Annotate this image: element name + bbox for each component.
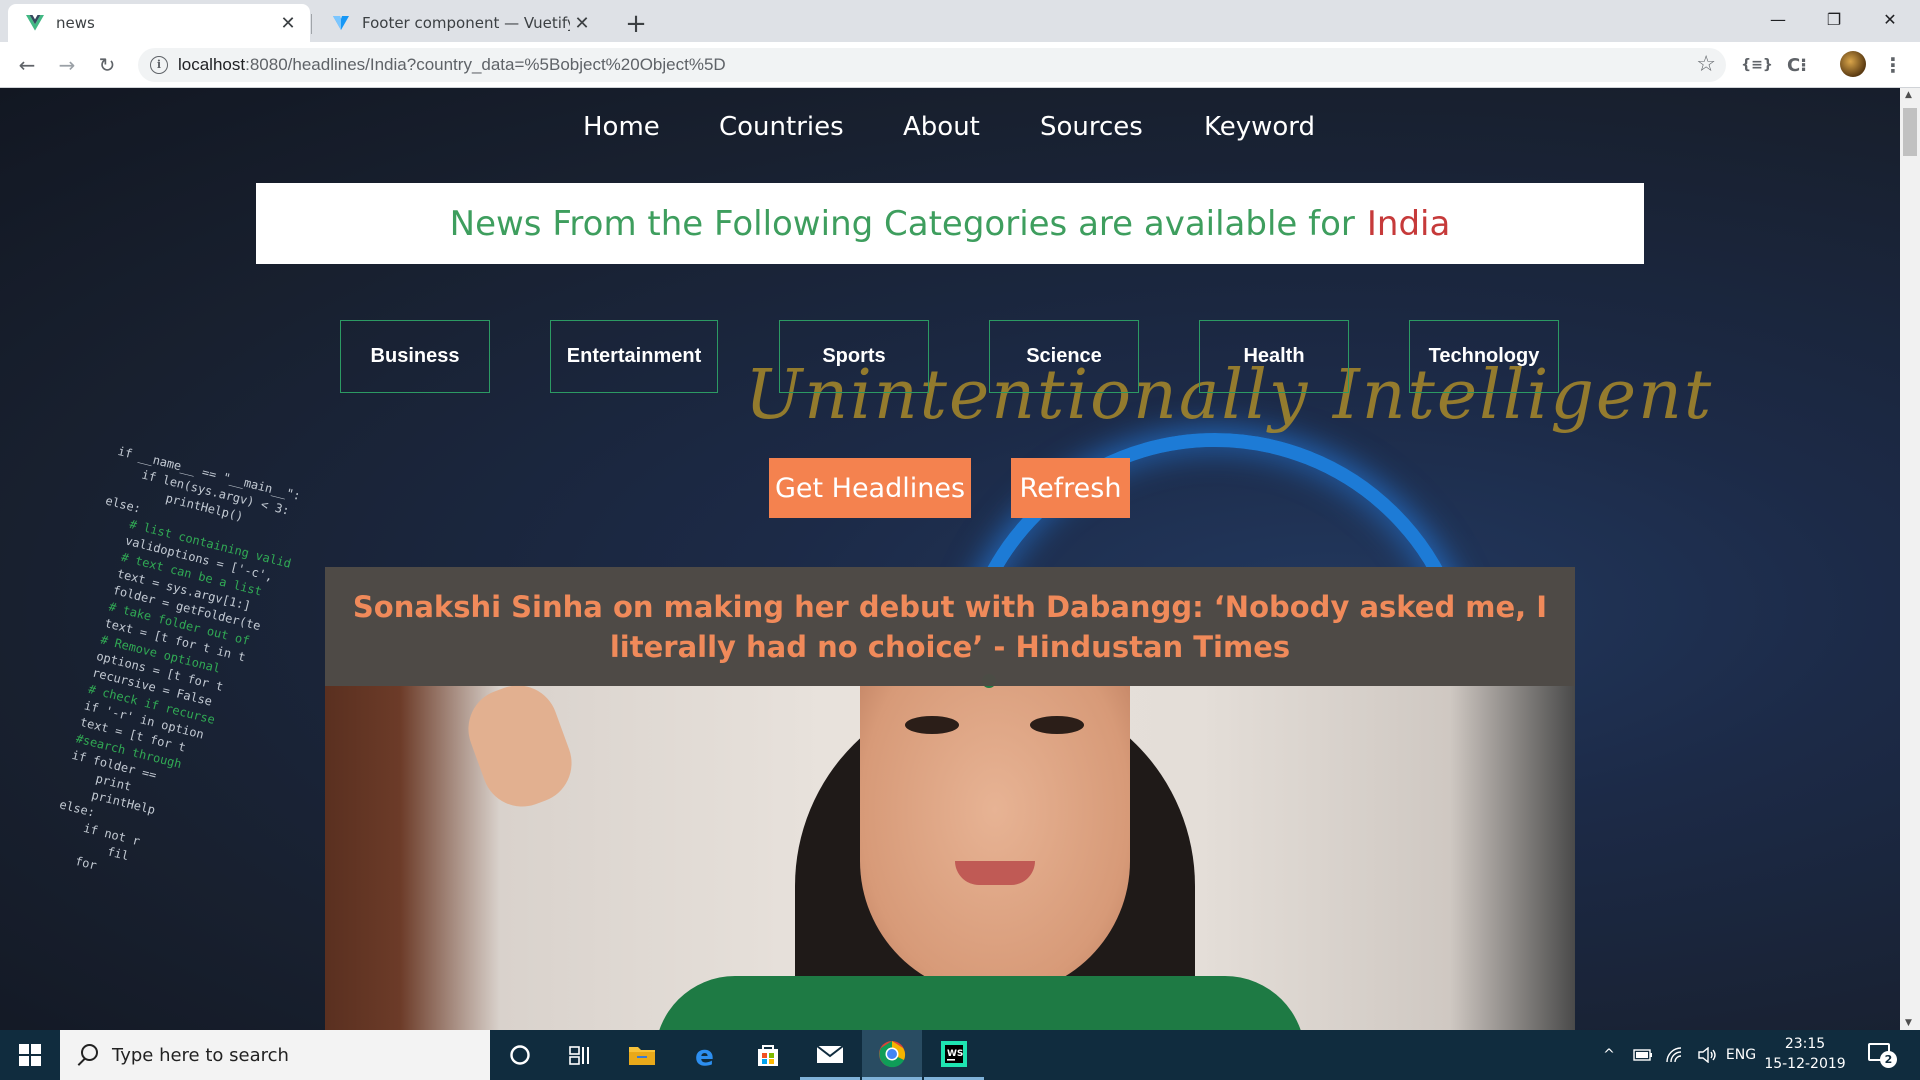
browser-toolbar: ← → ↻ i localhost:8080/headlines/India?c…: [0, 42, 1920, 88]
categories-banner: News From the Following Categories are a…: [256, 183, 1644, 264]
extension-c-icon[interactable]: C⁝: [1784, 52, 1810, 78]
get-headlines-button[interactable]: Get Headlines: [769, 458, 971, 518]
info-icon[interactable]: i: [150, 56, 168, 74]
svg-text:e: e: [695, 1042, 714, 1068]
notification-count-badge: 2: [1880, 1051, 1897, 1068]
banner-country: India: [1366, 203, 1451, 244]
photo-saree: [655, 976, 1305, 1030]
tab-vuetify-footer[interactable]: Footer component — Vuetify.js ✕: [314, 4, 604, 42]
minimize-button[interactable]: —: [1750, 0, 1806, 38]
photo-eye: [1030, 716, 1084, 734]
photo-hand: [457, 674, 583, 818]
tab-news[interactable]: news ✕: [8, 4, 310, 42]
scroll-down-icon[interactable]: ▼: [1905, 1018, 1912, 1028]
url-text[interactable]: localhost:8080/headlines/India?country_d…: [178, 55, 726, 75]
edge-browser-icon[interactable]: e: [676, 1030, 736, 1080]
close-window-button[interactable]: ✕: [1862, 0, 1918, 38]
back-button[interactable]: ←: [12, 50, 42, 80]
category-entertainment-button[interactable]: Entertainment: [550, 320, 718, 393]
nav-about[interactable]: About: [903, 112, 980, 142]
headline-title[interactable]: Sonakshi Sinha on making her debut with …: [343, 587, 1557, 667]
banner-text: News From the Following Categories are a…: [449, 203, 1355, 244]
tab-separator: [311, 14, 312, 34]
vue-logo-icon: [26, 14, 44, 32]
url-path: :8080/headlines/India?country_data=%5Bob…: [245, 55, 726, 74]
headline-bar: Sonakshi Sinha on making her debut with …: [325, 567, 1575, 686]
nav-home[interactable]: Home: [583, 112, 660, 142]
task-view-icon[interactable]: [550, 1030, 610, 1080]
scroll-up-icon[interactable]: ▲: [1905, 90, 1912, 100]
browser-menu-icon[interactable]: ⋮: [1880, 52, 1906, 78]
new-tab-button[interactable]: +: [620, 8, 652, 40]
tray-overflow-chevron-icon[interactable]: ^: [1596, 1030, 1622, 1080]
language-indicator[interactable]: ENG: [1724, 1030, 1758, 1080]
windows-logo-icon: [19, 1044, 41, 1066]
tab-title: Footer component — Vuetify.js: [362, 14, 570, 32]
nav-sources[interactable]: Sources: [1040, 112, 1143, 142]
svg-text:WS: WS: [947, 1049, 963, 1059]
extension-json-icon[interactable]: {≡}: [1741, 52, 1773, 78]
photo-lips: [955, 861, 1035, 885]
wifi-icon[interactable]: [1660, 1030, 1690, 1080]
browser-tab-bar: news ✕ Footer component — Vuetify.js ✕ +…: [0, 0, 1920, 42]
cortana-icon[interactable]: [490, 1030, 550, 1080]
photo-face: [860, 686, 1130, 996]
photo-eye: [905, 716, 959, 734]
scrollbar-thumb[interactable]: [1903, 108, 1917, 156]
tab-close-icon[interactable]: ✕: [276, 11, 300, 35]
start-button[interactable]: [0, 1030, 60, 1080]
search-icon: [76, 1044, 98, 1066]
file-explorer-icon[interactable]: [612, 1030, 672, 1080]
chrome-icon[interactable]: [862, 1030, 922, 1080]
battery-icon[interactable]: [1628, 1030, 1658, 1080]
webstorm-icon[interactable]: WS: [924, 1030, 984, 1080]
headline-card[interactable]: Sonakshi Sinha on making her debut with …: [325, 567, 1575, 1030]
volume-icon[interactable]: [1692, 1030, 1722, 1080]
store-icon[interactable]: [738, 1030, 798, 1080]
category-science-button[interactable]: Science: [989, 320, 1139, 393]
article-photo: [325, 674, 1575, 1030]
maximize-button[interactable]: ❐: [1806, 0, 1862, 38]
tab-close-icon[interactable]: ✕: [570, 11, 594, 35]
tab-title: news: [56, 14, 95, 32]
main-nav: Home Countries About Sources Keyword: [0, 88, 1900, 168]
bookmark-star-icon[interactable]: ☆: [1696, 52, 1716, 77]
page-scrollbar[interactable]: ▲ ▼: [1900, 88, 1920, 1030]
notification-center-icon[interactable]: 2: [1868, 1041, 1897, 1068]
windows-taskbar: Type here to search e WS ^ ENG 23:15 15-…: [0, 1030, 1920, 1080]
url-host: localhost: [178, 55, 246, 74]
profile-avatar[interactable]: [1840, 51, 1866, 77]
category-health-button[interactable]: Health: [1199, 320, 1349, 393]
category-sports-button[interactable]: Sports: [779, 320, 929, 393]
arrow-left-icon: ←: [18, 53, 36, 77]
mail-icon[interactable]: [800, 1030, 860, 1080]
arrow-right-icon: →: [58, 53, 76, 77]
news-page: if __name__ == "__main__": if len(sys.ar…: [0, 88, 1900, 1030]
category-technology-button[interactable]: Technology: [1409, 320, 1559, 393]
nav-countries[interactable]: Countries: [719, 112, 844, 142]
forward-button[interactable]: →: [52, 50, 82, 80]
address-bar[interactable]: i localhost:8080/headlines/India?country…: [138, 48, 1726, 82]
vuetify-logo-icon: [332, 14, 350, 32]
clock-date: 15-12-2019: [1764, 1056, 1846, 1072]
reload-icon: ↻: [98, 53, 116, 77]
refresh-button[interactable]: Refresh: [1011, 458, 1130, 518]
background-code-decoration: if __name__ == "__main__": if len(sys.ar…: [17, 443, 303, 873]
clock-time: 23:15: [1784, 1036, 1826, 1052]
taskbar-search-box[interactable]: Type here to search: [60, 1030, 490, 1080]
reload-button[interactable]: ↻: [92, 50, 122, 80]
taskbar-search-placeholder: Type here to search: [112, 1044, 289, 1066]
category-business-button[interactable]: Business: [340, 320, 490, 393]
nav-keyword[interactable]: Keyword: [1204, 112, 1315, 142]
taskbar-clock[interactable]: 23:15 15-12-2019: [1760, 1034, 1850, 1074]
